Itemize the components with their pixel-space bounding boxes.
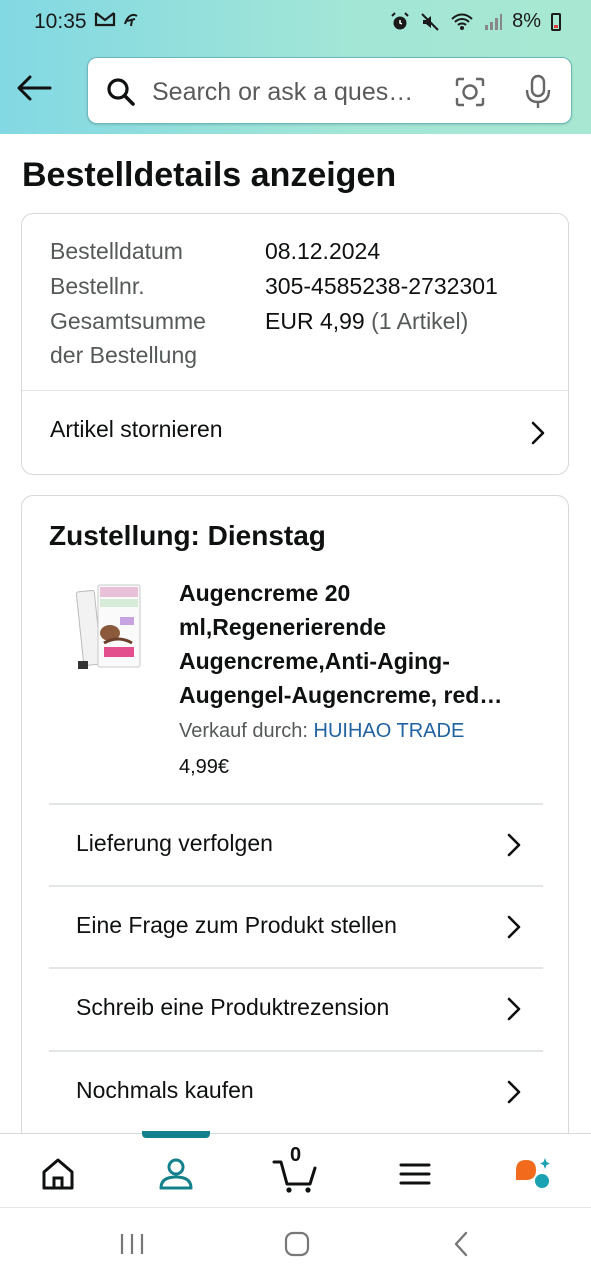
home-button-icon[interactable] [284, 1231, 310, 1257]
chevron-right-icon [507, 833, 521, 857]
search-placeholder: Search or ask a ques… [152, 78, 414, 106]
order-total-value: EUR 4,99 (1 Artikel) [265, 308, 468, 335]
system-back-icon[interactable] [452, 1230, 470, 1258]
delivery-card: Zustellung: Dienstag Augencreme 20 ml,Re… [21, 495, 569, 1155]
status-bar: 10:35 8% [0, 0, 591, 44]
battery-percent: 8% [512, 10, 541, 32]
alarm-icon [391, 11, 409, 29]
chevron-right-icon [531, 421, 545, 445]
chevron-right-icon [507, 1080, 521, 1104]
order-total-label-line2: der Bestellung [50, 342, 198, 368]
gmail-icon [94, 12, 116, 27]
chevron-right-icon [507, 997, 521, 1021]
seller-info: Verkauf durch: HUIHAO TRADE [179, 720, 464, 743]
search-input[interactable]: Search or ask a ques… [87, 57, 572, 124]
order-number-label: Bestellnr. [50, 273, 145, 299]
buy-again-row[interactable]: Nochmals kaufen [49, 1050, 543, 1132]
track-delivery-label: Lieferung verfolgen [76, 830, 273, 856]
status-right-icons: 8% [390, 10, 561, 33]
battery-icon [551, 12, 561, 31]
back-arrow-icon[interactable] [16, 72, 52, 104]
home-icon[interactable] [38, 1154, 78, 1194]
delivery-title: Zustellung: Dienstag [49, 520, 326, 551]
seller-label: Verkauf durch: [179, 720, 308, 742]
mute-icon [421, 12, 439, 31]
microphone-icon[interactable] [524, 74, 552, 110]
order-total-amount: EUR 4,99 [265, 308, 365, 334]
account-icon[interactable] [156, 1154, 196, 1194]
status-time: 10:35 [34, 10, 87, 33]
chevron-right-icon [507, 915, 521, 939]
recent-apps-icon[interactable] [118, 1232, 146, 1256]
page-title: Bestelldetails anzeigen [22, 156, 397, 194]
ask-question-label: Eine Frage zum Produkt stellen [76, 912, 397, 938]
order-total-items: (1 Artikel) [371, 308, 469, 334]
cancel-items-row[interactable]: Artikel stornieren [22, 391, 568, 475]
app-header: 10:35 8% Search or ask a ques… [0, 0, 591, 134]
cancel-items-label: Artikel stornieren [50, 416, 223, 442]
product-image[interactable] [74, 581, 144, 676]
order-number-value: 305-4585238-2732301 [265, 273, 498, 299]
active-tab-indicator [142, 1131, 210, 1138]
menu-icon[interactable] [395, 1154, 435, 1194]
order-date-value: 08.12.2024 [265, 238, 381, 264]
camera-lens-icon[interactable] [454, 76, 486, 108]
wifi-icon [451, 13, 473, 30]
order-date-label: Bestelldatum [50, 238, 183, 264]
write-review-row[interactable]: Schreib eine Produktrezension [49, 967, 543, 1049]
seller-link[interactable]: HUIHAO TRADE [314, 720, 465, 742]
search-icon [107, 78, 135, 106]
order-total-label-line1: Gesamtsumme [50, 308, 206, 334]
app-notification-icon [124, 14, 138, 27]
buy-again-label: Nochmals kaufen [76, 1077, 254, 1103]
track-delivery-row[interactable]: Lieferung verfolgen [49, 803, 543, 885]
system-navigation-bar [0, 1207, 591, 1280]
cart-count: 0 [290, 1144, 302, 1166]
signal-icon [485, 13, 503, 30]
rufus-assistant-icon[interactable] [512, 1154, 552, 1194]
product-price: 4,99€ [179, 756, 230, 778]
notification-icons [94, 10, 140, 28]
order-summary-card: Bestelldatum 08.12.2024 Bestellnr. 305-4… [21, 213, 569, 475]
product-title[interactable]: Augencreme 20 ml,Regenerierende Augencre… [179, 576, 549, 712]
ask-question-row[interactable]: Eine Frage zum Produkt stellen [49, 885, 543, 967]
bottom-nav: 0 [0, 1133, 591, 1207]
write-review-label: Schreib eine Produktrezension [76, 994, 390, 1020]
